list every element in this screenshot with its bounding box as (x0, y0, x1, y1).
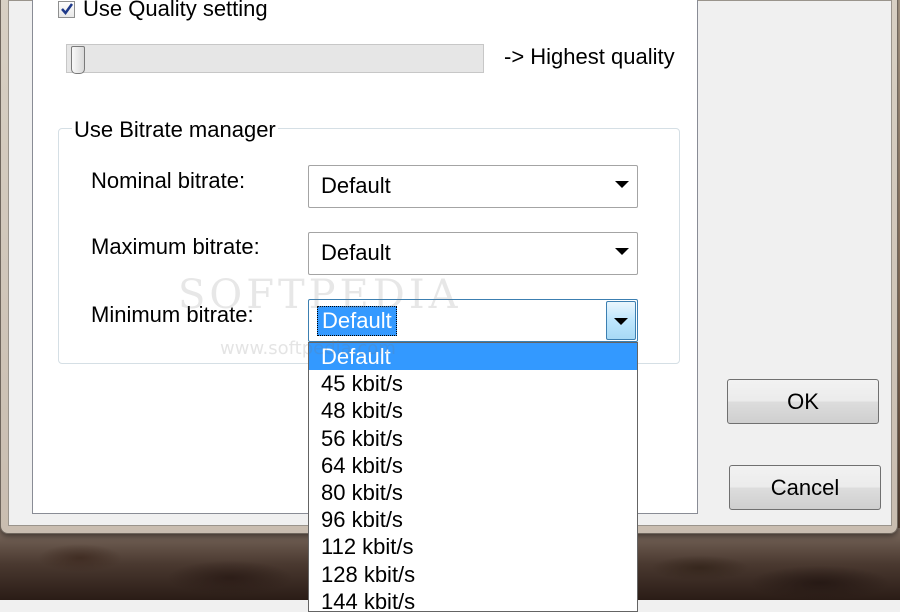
maximum-bitrate-value: Default (321, 240, 391, 265)
dropdown-option[interactable]: 64 kbit/s (309, 452, 637, 479)
minimum-bitrate-options-list[interactable]: Default 45 kbit/s 48 kbit/s 56 kbit/s 64 kbi… (308, 342, 638, 612)
quality-slider[interactable] (66, 44, 484, 74)
cancel-button[interactable]: Cancel (729, 465, 881, 510)
maximum-bitrate-combo[interactable]: Default (308, 232, 638, 275)
dropdown-option[interactable]: 56 kbit/s (309, 425, 637, 452)
minimum-bitrate-value: Default (317, 306, 397, 336)
use-quality-setting-row[interactable]: Use Quality setting (58, 0, 268, 24)
dropdown-option[interactable]: 48 kbit/s (309, 397, 637, 424)
nominal-bitrate-combo[interactable]: Default (308, 165, 638, 208)
checkmark-icon (61, 2, 74, 15)
bitrate-manager-title: Use Bitrate manager (72, 117, 278, 143)
dropdown-option[interactable]: 96 kbit/s (309, 506, 637, 533)
ok-button[interactable]: OK (727, 379, 879, 424)
quality-slider-thumb[interactable] (71, 46, 85, 74)
nominal-bitrate-value: Default (321, 173, 391, 198)
dropdown-option[interactable]: Default (309, 343, 637, 371)
chevron-down-icon (615, 181, 629, 188)
chevron-down-icon (614, 318, 628, 325)
highest-quality-label: -> Highest quality (504, 44, 675, 69)
dropdown-option[interactable]: 112 kbit/s (309, 533, 637, 560)
dropdown-option[interactable]: 45 kbit/s (309, 370, 637, 397)
dropdown-option[interactable]: 128 kbit/s (309, 561, 637, 588)
dropdown-option[interactable]: 80 kbit/s (309, 479, 637, 506)
use-quality-label: Use Quality setting (83, 0, 268, 21)
minimum-bitrate-combo[interactable]: Default (308, 299, 638, 342)
maximum-bitrate-label: Maximum bitrate: (91, 234, 260, 259)
nominal-bitrate-label: Nominal bitrate: (91, 168, 246, 193)
minimum-bitrate-dropdown-button[interactable] (606, 301, 636, 340)
use-quality-checkbox[interactable] (58, 0, 75, 18)
minimum-bitrate-label: Minimum bitrate: (91, 302, 254, 327)
chevron-down-icon (615, 248, 629, 255)
